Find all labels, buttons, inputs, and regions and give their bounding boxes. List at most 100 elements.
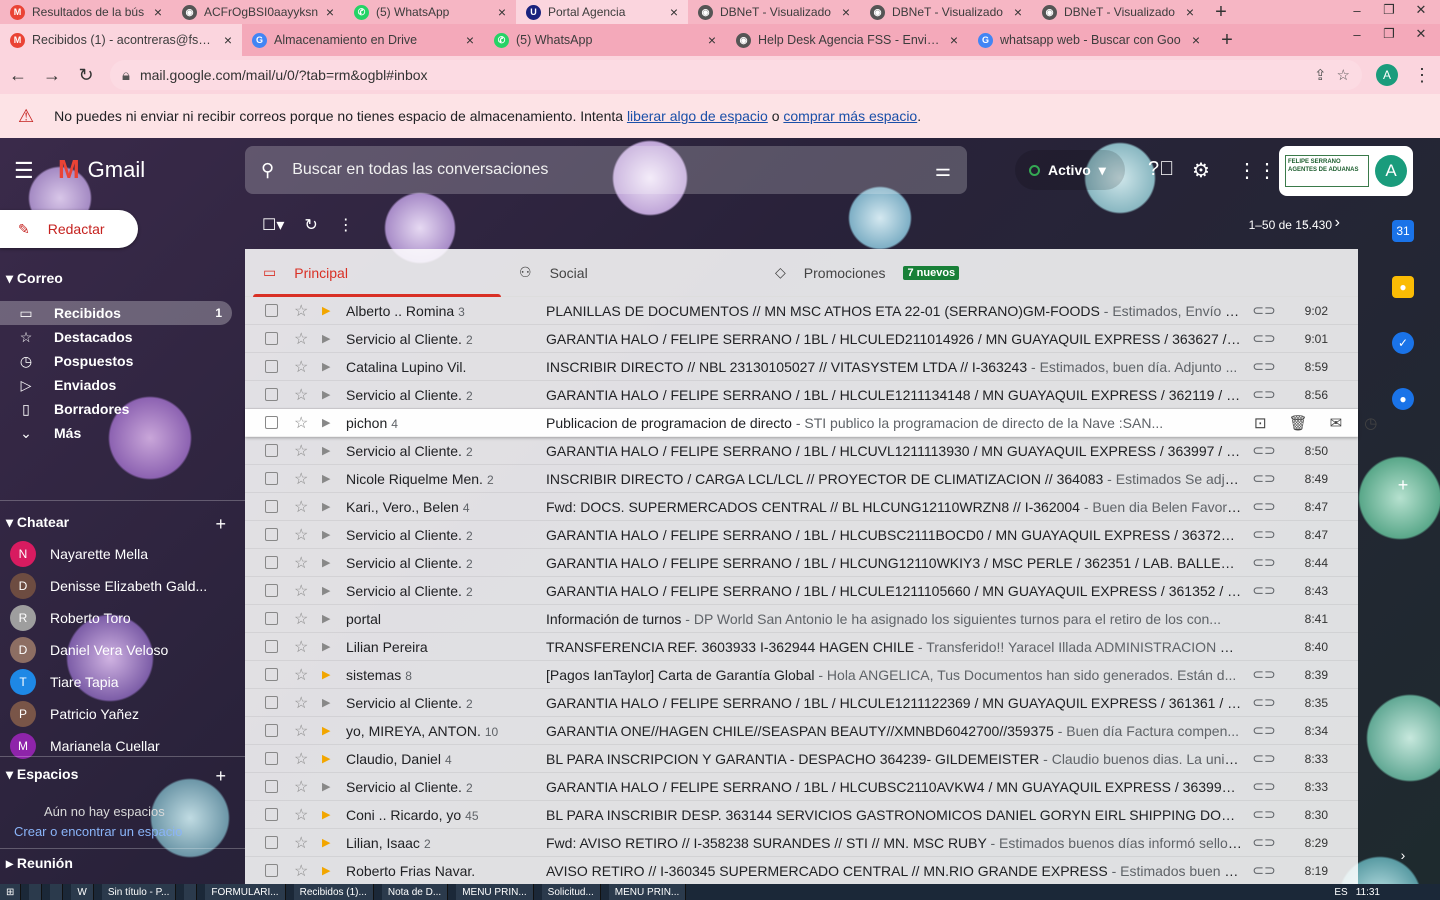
star-icon[interactable]: ☆ [294, 721, 310, 741]
email-row[interactable]: ☆ ▶ Servicio al Cliente. 2 GARANTIA HALO / F… [245, 689, 1358, 717]
star-icon[interactable]: ☆ [294, 609, 310, 629]
archive-icon[interactable]: ⊡ [1254, 414, 1267, 432]
apps-grid-icon[interactable]: ⋮⋮ [1237, 158, 1277, 183]
row-checkbox[interactable] [265, 640, 278, 653]
taskbar-app[interactable]: MENU PRIN... [608, 884, 687, 900]
close-window-icon[interactable]: ✕ [1406, 0, 1436, 20]
browser-tab[interactable]: ◉ DBNeT - Visualizado × [688, 0, 860, 24]
start-button[interactable]: ⊞ [0, 884, 22, 900]
chat-section-header[interactable]: ▾ Chatear + [6, 514, 226, 535]
account-avatar[interactable]: A [1375, 155, 1407, 187]
row-checkbox[interactable] [265, 304, 278, 317]
star-icon[interactable]: ☆ [294, 329, 310, 349]
row-checkbox[interactable] [265, 724, 278, 737]
star-icon[interactable]: ☆ [294, 665, 310, 685]
row-checkbox[interactable] [265, 836, 278, 849]
main-menu-icon[interactable]: ☰ [14, 158, 34, 184]
taskbar-app[interactable]: Solicitud... [541, 884, 601, 900]
search-icon[interactable]: ⚲ [261, 160, 274, 181]
important-marker-icon[interactable]: ▶ [322, 864, 338, 877]
star-icon[interactable]: ☆ [294, 357, 310, 377]
create-space-link[interactable]: Crear o encontrar un espacio [14, 824, 182, 839]
important-marker-icon[interactable]: ▶ [322, 444, 338, 457]
buy-space-link[interactable]: comprar más espacio [783, 108, 917, 124]
star-icon[interactable]: ☆ [294, 805, 310, 825]
star-icon[interactable]: ☆ [294, 749, 310, 769]
close-tab-icon[interactable]: × [498, 4, 506, 20]
star-icon[interactable]: ☆ [294, 861, 310, 881]
browser-tab[interactable]: ✆ (5) WhatsApp × [484, 24, 726, 56]
meet-section-header[interactable]: ▸ Reunión [6, 855, 73, 872]
email-row[interactable]: ☆ ▶ Lilian, Isaac 2 Fwd: AVISO RETIRO // I-3… [245, 829, 1358, 857]
email-row[interactable]: ☆ ▶ portal Información de turnos - DP World… [245, 605, 1358, 633]
spaces-section-header[interactable]: ▾ Espacios + [6, 766, 226, 787]
free-space-link[interactable]: liberar algo de espacio [627, 108, 768, 124]
taskbar-app[interactable] [184, 884, 198, 900]
important-marker-icon[interactable]: ▶ [322, 808, 338, 821]
browser-tab[interactable]: Gwhatsapp web - Buscar con Goo × [968, 24, 1210, 56]
row-checkbox[interactable] [265, 444, 278, 457]
mail-section-header[interactable]: ▾ Correo [6, 270, 63, 287]
browser-tab[interactable]: ◉ Help Desk Agencia FSS - Enviar u × [726, 24, 968, 56]
new-tab-plus-icon[interactable]: + [1216, 29, 1238, 51]
restore-icon[interactable]: ❐ [1374, 24, 1404, 44]
forward-button[interactable]: → [42, 65, 62, 86]
contacts-icon[interactable]: ● [1392, 388, 1414, 410]
important-marker-icon[interactable]: ▶ [322, 472, 338, 485]
important-marker-icon[interactable]: ▶ [322, 836, 338, 849]
close-tab-icon[interactable]: × [326, 4, 334, 20]
row-checkbox[interactable] [265, 668, 278, 681]
star-icon[interactable]: ☆ [294, 777, 310, 797]
minimize-icon[interactable]: – [1342, 24, 1372, 44]
row-checkbox[interactable] [265, 864, 278, 877]
new-tab-plus-icon[interactable]: + [1210, 1, 1232, 23]
chat-contact[interactable]: N Nayarette Mella [10, 540, 242, 568]
reload-button[interactable]: ↻ [76, 65, 96, 86]
star-icon[interactable]: ☆ [294, 385, 310, 405]
calendar-icon[interactable]: 31 [1392, 220, 1414, 242]
row-checkbox[interactable] [265, 528, 278, 541]
email-row[interactable]: ☆ ▶ pichon 4 Publicacion de programacion de … [245, 409, 1377, 437]
close-tab-icon[interactable]: × [670, 4, 678, 20]
more-options-icon[interactable]: ⋮ [338, 215, 354, 235]
row-checkbox[interactable] [265, 556, 278, 569]
row-checkbox[interactable] [265, 360, 278, 373]
tasks-icon[interactable]: ✓ [1392, 332, 1414, 354]
chat-contact[interactable]: R Roberto Toro [10, 604, 242, 632]
important-marker-icon[interactable]: ▶ [322, 304, 338, 317]
taskbar-app[interactable] [50, 884, 64, 900]
star-icon[interactable]: ☆ [294, 301, 310, 321]
chat-contact[interactable]: P Patricio Yañez [10, 700, 242, 728]
taskbar-app[interactable]: Nota de D... [381, 884, 449, 900]
back-button[interactable]: ← [8, 65, 28, 86]
nav-item-más[interactable]: ⌄ Más [0, 421, 232, 445]
browser-tab[interactable]: U Portal Agencia × [516, 0, 688, 24]
email-row[interactable]: ☆ ▶ Nicole Riquelme Men. 2 INSCRIBIR DIRECTO… [245, 465, 1358, 493]
email-row[interactable]: ☆ ▶ Servicio al Cliente. 2 GARANTIA HALO / F… [245, 773, 1358, 801]
close-tab-icon[interactable]: × [1192, 32, 1200, 48]
email-row[interactable]: ☆ ▶ Roberto Frias Navar. AVISO RETIRO // I-… [245, 857, 1358, 884]
row-checkbox[interactable] [265, 752, 278, 765]
important-marker-icon[interactable]: ▶ [322, 752, 338, 765]
help-icon[interactable]: ?⃝ [1148, 158, 1174, 181]
close-tab-icon[interactable]: × [842, 4, 850, 20]
taskbar-app[interactable]: MENU PRIN... [456, 884, 534, 900]
row-checkbox[interactable] [265, 808, 278, 821]
email-row[interactable]: ☆ ▶ sistemas 8 [Pagos IanTaylor] Carta de Ga… [245, 661, 1358, 689]
search-bar[interactable]: ⚲ Buscar en todas las conversaciones ⚌ [245, 146, 967, 194]
new-chat-plus-icon[interactable]: + [215, 514, 226, 535]
language-indicator[interactable]: ES [1334, 887, 1347, 898]
row-checkbox[interactable] [265, 388, 278, 401]
email-row[interactable]: ☆ ▶ Servicio al Cliente. 2 GARANTIA HALO / F… [245, 325, 1358, 353]
category-tab-principal[interactable]: ▭ Principal [245, 249, 501, 297]
taskbar-app[interactable]: Sin título - P... [101, 884, 177, 900]
browser-tab[interactable]: M Resultados de la bús × [0, 0, 172, 24]
row-checkbox[interactable] [265, 472, 278, 485]
row-checkbox[interactable] [265, 416, 278, 429]
browser-tab[interactable]: M Recibidos (1) - acontreras@fss.cl × [0, 24, 242, 56]
important-marker-icon[interactable]: ▶ [322, 584, 338, 597]
nav-item-enviados[interactable]: ▷ Enviados [0, 373, 232, 397]
expand-panel-icon[interactable]: › [1392, 844, 1414, 866]
email-row[interactable]: ☆ ▶ yo, MIREYA, ANTON. 10 GARANTIA ONE//HAGE… [245, 717, 1358, 745]
nav-item-borradores[interactable]: ▯ Borradores [0, 397, 232, 421]
